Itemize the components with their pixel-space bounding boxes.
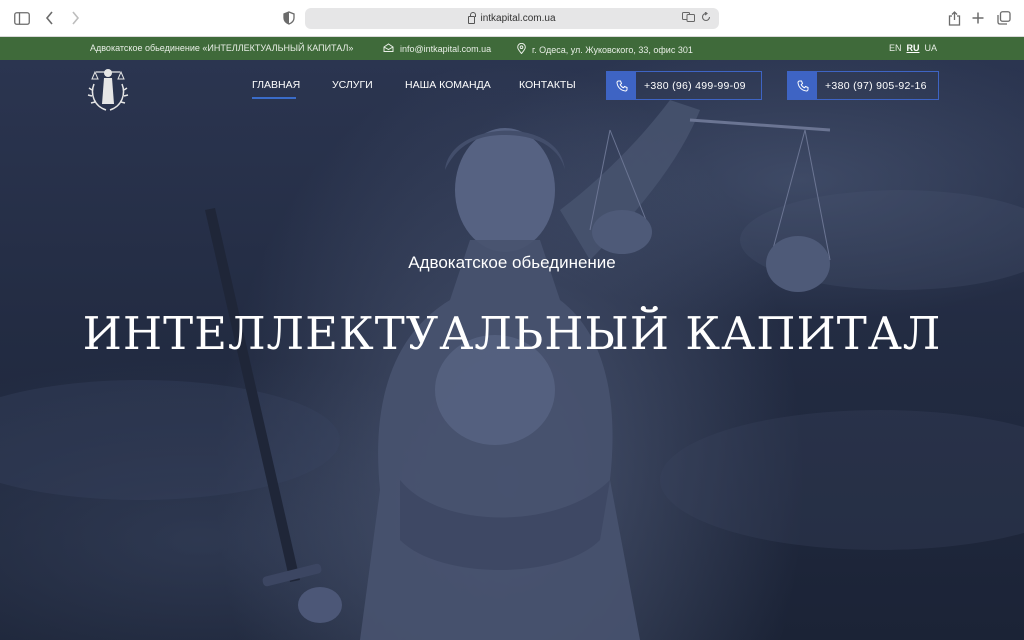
forward-icon[interactable] xyxy=(65,8,85,28)
contact-top-bar: Адвокатское обьединение «ИНТЕЛЛЕКТУАЛЬНЫ… xyxy=(0,37,1024,60)
phone-button-1[interactable]: +380 (96) 499-99-09 xyxy=(606,71,762,100)
email-link[interactable]: info@intkapital.com.ua xyxy=(383,43,491,54)
browser-toolbar: intkapital.com.ua xyxy=(0,0,1024,37)
privacy-shield-icon[interactable] xyxy=(279,8,299,28)
back-icon[interactable] xyxy=(40,8,60,28)
share-icon[interactable] xyxy=(944,8,964,28)
nav-contacts[interactable]: КОНТАКТЫ xyxy=(519,79,576,91)
nav-home[interactable]: ГЛАВНАЯ xyxy=(252,79,300,91)
nav-active-indicator xyxy=(252,97,296,99)
translate-icon[interactable] xyxy=(682,12,695,25)
phone-button-2[interactable]: +380 (97) 905-92-16 xyxy=(787,71,939,100)
language-switcher: EN RU UA xyxy=(889,43,937,53)
address-link[interactable]: г. Одеса, ул. Жуковского, 33, офис 301 xyxy=(517,42,693,56)
nav-services[interactable]: УСЛУГИ xyxy=(332,79,373,91)
url-text: intkapital.com.ua xyxy=(480,13,556,24)
reload-icon[interactable] xyxy=(701,11,711,25)
phone-icon xyxy=(788,72,817,99)
sidebar-toggle-icon[interactable] xyxy=(12,8,32,28)
mail-icon xyxy=(383,43,394,54)
lang-ru[interactable]: RU xyxy=(906,43,919,53)
lang-ua[interactable]: UA xyxy=(924,43,937,53)
tab-overview-icon[interactable] xyxy=(994,8,1014,28)
nav-team[interactable]: НАША КОМАНДА xyxy=(405,79,491,91)
org-name: Адвокатское обьединение «ИНТЕЛЛЕКТУАЛЬНЫ… xyxy=(90,43,354,53)
lock-icon xyxy=(468,11,476,24)
hero-title: ИНТЕЛЛЕКТУАЛЬНЫЙ КАПИТАЛ xyxy=(82,307,942,360)
law-firm-logo[interactable] xyxy=(86,64,130,114)
lang-en[interactable]: EN xyxy=(889,43,902,53)
location-pin-icon xyxy=(517,42,526,56)
phone-icon xyxy=(607,72,636,99)
new-tab-icon[interactable] xyxy=(968,8,988,28)
hero-subtitle: Адвокатское обьединение xyxy=(408,253,616,272)
address-bar[interactable]: intkapital.com.ua xyxy=(305,8,719,29)
